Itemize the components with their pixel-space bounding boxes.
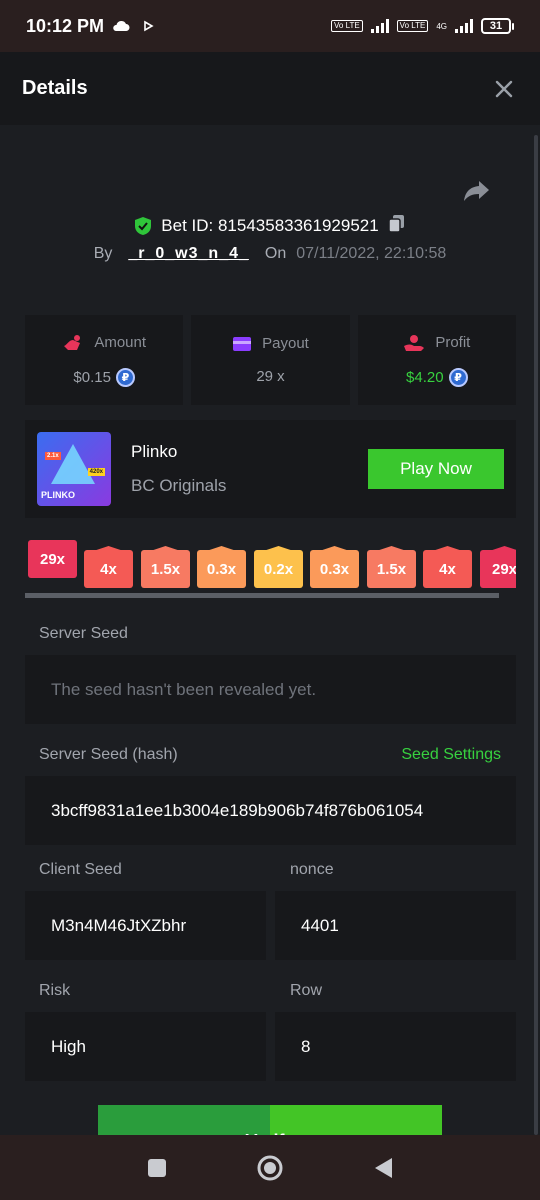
game-name: Plinko: [131, 442, 178, 461]
multiplier-chip: 1.5x: [367, 550, 416, 588]
recents-icon: [147, 1158, 166, 1177]
copy-button[interactable]: [387, 213, 407, 238]
scrollbar[interactable]: [534, 135, 538, 1135]
stat-value: 29 x: [256, 368, 285, 385]
play-icon: [144, 20, 154, 32]
stat-profit: Profit $4.20 ₽: [357, 315, 516, 405]
username-link[interactable]: _r_0_w3_n_4_: [122, 245, 255, 263]
game-card: 2.1x 420x PLINKO Plinko BC Originals Pla…: [25, 420, 516, 518]
details-header: Details: [0, 52, 540, 125]
details-content: Bet ID: 81543583361929521 By _r_0_w3_n_4…: [0, 125, 540, 1135]
stat-amount: Amount $0.15 ₽: [25, 315, 184, 405]
stat-payout: Payout 29 x: [191, 315, 350, 405]
client-seed-label: Client Seed: [39, 861, 122, 878]
multiplier-chip: 0.2x: [254, 550, 303, 588]
back-icon: [375, 1157, 393, 1178]
seed-settings-link[interactable]: Seed Settings: [401, 746, 501, 764]
wallet-icon: [233, 336, 252, 351]
profit-hand-icon: [404, 334, 425, 351]
bet-byline: By _r_0_w3_n_4_ On 07/11/2022, 22:10:58: [0, 245, 540, 263]
server-hash-label: Server Seed (hash): [39, 746, 178, 763]
network-4g-label: 4G: [436, 21, 447, 31]
status-bar: 10:12 PM Vo LTE Vo LTE 4G 31: [0, 0, 540, 52]
nonce-field[interactable]: 4401: [275, 891, 516, 960]
server-seed-label: Server Seed: [39, 625, 128, 642]
battery-icon: 31: [481, 18, 514, 34]
play-now-button[interactable]: Play Now: [368, 449, 504, 489]
bet-id: Bet ID: 81543583361929521: [161, 215, 379, 235]
status-time: 10:12 PM: [26, 15, 105, 36]
home-button[interactable]: [250, 1148, 290, 1188]
cloud-icon: [113, 20, 130, 31]
battery-level: 31: [481, 18, 511, 34]
signal-icon-2: [455, 19, 473, 33]
server-seed-field[interactable]: The seed hasn't been revealed yet.: [25, 655, 516, 724]
stats-row: Amount $0.15 ₽ Payout 29 x Profit $4.20: [25, 315, 516, 405]
multiplier-chip: 0.3x: [197, 550, 246, 588]
multiplier-scroll-track[interactable]: [25, 593, 499, 598]
verified-shield-icon: [135, 216, 152, 235]
stat-label: Profit: [435, 334, 471, 351]
bet-id-row: Bet ID: 81543583361929521: [0, 213, 540, 238]
back-button[interactable]: [363, 1148, 403, 1188]
home-icon: [257, 1155, 283, 1180]
page-title: Details: [22, 77, 88, 99]
close-button[interactable]: [490, 75, 518, 103]
row-field[interactable]: 8: [275, 1012, 516, 1081]
recents-button[interactable]: [137, 1148, 177, 1188]
client-seed-field[interactable]: M3n4M46JtXZbhr: [25, 891, 266, 960]
coin-icon: ₽: [448, 367, 468, 387]
multiplier-chip: 4x: [423, 550, 472, 588]
stat-value: $4.20: [406, 368, 444, 386]
risk-field[interactable]: High: [25, 1012, 266, 1081]
by-label: By: [93, 245, 113, 262]
copy-icon: [387, 215, 404, 233]
multiplier-chip: 0.3x: [310, 550, 359, 588]
multiplier-row: 29x 4x 1.5x 0.3x 0.2x 0.3x 1.5x 4x 29x: [28, 540, 516, 590]
close-icon: [495, 80, 513, 97]
thumb-tag-2: 420x: [87, 468, 105, 476]
multiplier-chip: 29x: [480, 550, 516, 588]
volte-tag-1: Vo LTE: [331, 20, 363, 32]
system-nav-bar: [0, 1135, 540, 1200]
multiplier-chip: 29x: [28, 540, 77, 578]
stat-value: $0.15: [73, 368, 111, 386]
stat-label: Payout: [262, 335, 309, 352]
amount-icon: [64, 334, 81, 350]
verify-button[interactable]: Verify: [98, 1105, 442, 1135]
bet-date: 07/11/2022, 22:10:58: [296, 245, 447, 262]
row-label: Row: [290, 982, 323, 999]
game-thumbnail[interactable]: 2.1x 420x PLINKO: [37, 432, 111, 506]
share-button[interactable]: [462, 175, 492, 205]
thumb-label: PLINKO: [41, 490, 76, 500]
on-label: On: [264, 245, 287, 262]
server-hash-field[interactable]: 3bcff9831a1ee1b3004e189b906b74f876b06105…: [25, 776, 516, 845]
nonce-label: nonce: [290, 861, 334, 878]
stat-label: Amount: [94, 334, 147, 351]
signal-icon-1: [370, 19, 389, 33]
volte-tag-2: Vo LTE: [396, 20, 429, 32]
multiplier-chip: 4x: [84, 550, 133, 588]
share-icon: [464, 181, 489, 201]
coin-icon: ₽: [115, 367, 135, 387]
thumb-tag-1: 2.1x: [45, 452, 61, 460]
risk-label: Risk: [39, 982, 71, 999]
game-provider: BC Originals: [131, 476, 227, 495]
multiplier-chip: 1.5x: [141, 550, 190, 588]
